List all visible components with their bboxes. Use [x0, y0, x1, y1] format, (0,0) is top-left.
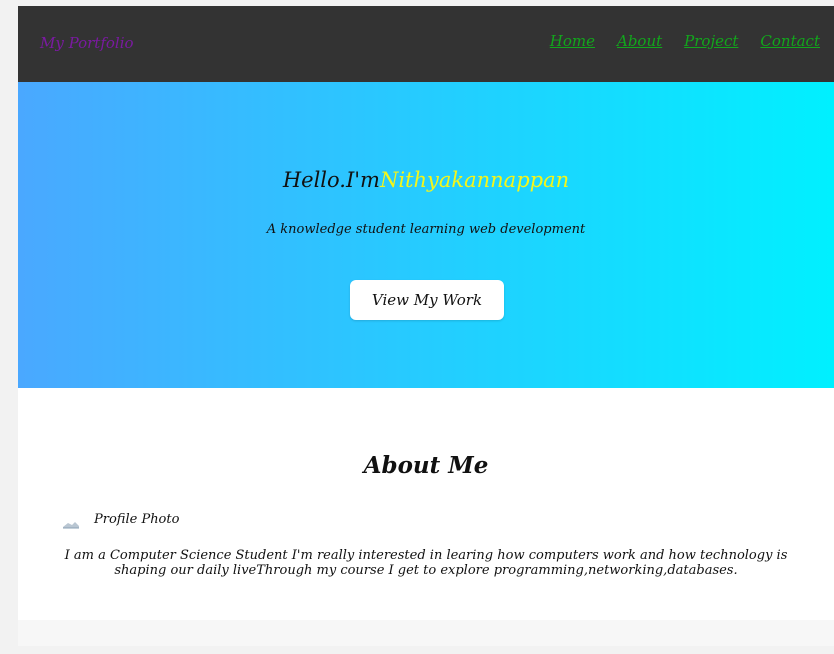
hero-subtitle: A knowledge student learning web develop…	[266, 222, 586, 237]
nav-link-contact[interactable]: Contact	[760, 32, 820, 50]
about-text: I am a Computer Science Student I'm real…	[64, 548, 788, 578]
hero-section: Hello.I'mNithyakannappan A knowledge stu…	[18, 82, 834, 388]
profile-photo: Profile Photo	[62, 512, 180, 528]
hero-name: Nithyakannappan	[379, 168, 570, 192]
page: My Portfolio Home About Project Contact …	[18, 6, 834, 646]
view-my-work-button[interactable]: View My Work	[350, 280, 504, 320]
brand-logo[interactable]: My Portfolio	[40, 34, 134, 52]
navbar: My Portfolio Home About Project Contact	[18, 6, 834, 82]
about-heading: About Me	[363, 452, 489, 479]
hero-title: Hello.I'mNithyakannappan	[18, 168, 834, 192]
nav-link-about[interactable]: About	[617, 32, 662, 50]
hero-greeting: Hello.I'm	[282, 168, 380, 192]
nav-link-home[interactable]: Home	[550, 32, 595, 50]
footer-strip	[18, 620, 834, 646]
broken-image-icon	[62, 515, 80, 528]
about-section: About Me Profile Photo I am a Computer S…	[18, 388, 834, 620]
nav-links: Home About Project Contact	[550, 32, 820, 50]
profile-photo-alt-text: Profile Photo	[94, 512, 180, 527]
nav-link-project[interactable]: Project	[684, 32, 738, 50]
